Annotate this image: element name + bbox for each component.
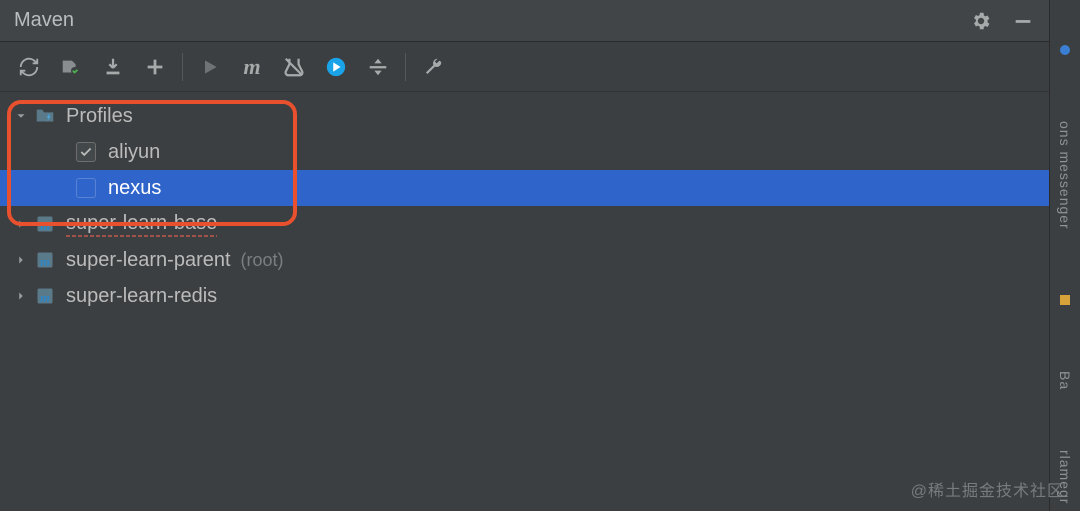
module-super-learn-redis[interactable]: m super-learn-redis [0,278,1049,314]
profile-nexus[interactable]: nexus [0,170,1049,206]
chevron-right-icon[interactable] [10,285,32,307]
node-label: nexus [108,177,161,200]
minimize-icon[interactable] [1011,9,1035,33]
settings-wrench-icon[interactable] [412,46,454,88]
collapse-all-icon[interactable] [357,46,399,88]
add-icon[interactable] [134,46,176,88]
checkbox-unchecked[interactable] [76,178,96,198]
right-tab-label[interactable]: Ba [1057,371,1073,390]
offline-mode-icon[interactable] [315,46,357,88]
root-tag: (root) [241,250,284,271]
svg-text:m: m [40,291,50,305]
toolbar-separator [405,53,406,81]
run-icon[interactable] [189,46,231,88]
folder-icon [34,105,56,127]
chevron-right-icon[interactable] [10,249,32,271]
title-label: Maven [14,9,74,32]
toggle-skip-tests-icon[interactable] [273,46,315,88]
right-tab-indicator[interactable] [1059,40,1071,61]
node-label: aliyun [108,141,160,164]
watermark: @稀土掘金技术社区 [911,477,1064,501]
maven-module-icon: m [34,285,56,307]
chevron-right-icon[interactable] [10,213,32,235]
project-tree: Profiles aliyun nexus m super-learn-base… [0,92,1049,511]
profile-aliyun[interactable]: aliyun [0,134,1049,170]
toolbar-separator [182,53,183,81]
maven-tool-window: Maven m Profiles aliyun [0,0,1050,511]
profiles-node[interactable]: Profiles [0,98,1049,134]
reimport-icon[interactable] [8,46,50,88]
right-tab-strip: ons messenger Ba rlamegr [1050,0,1080,511]
maven-goal-icon[interactable]: m [231,46,273,88]
right-tab-label[interactable]: ons messenger [1057,121,1073,230]
maven-module-icon: m [34,213,56,235]
chevron-down-icon[interactable] [10,105,32,127]
node-label: super-learn-base [66,212,217,237]
right-tab-indicator[interactable] [1059,290,1071,311]
toolbar: m [0,42,1049,92]
maven-module-icon: m [34,249,56,271]
module-super-learn-base[interactable]: m super-learn-base [0,206,1049,242]
titlebar: Maven [0,0,1049,42]
node-label: super-learn-redis [66,285,217,308]
download-icon[interactable] [92,46,134,88]
node-label: super-learn-parent [66,249,231,272]
svg-text:m: m [40,255,50,269]
svg-text:m: m [40,219,50,233]
checkbox-checked[interactable] [76,142,96,162]
node-label: Profiles [66,105,133,128]
generate-sources-icon[interactable] [50,46,92,88]
module-super-learn-parent[interactable]: m super-learn-parent (root) [0,242,1049,278]
gear-icon[interactable] [969,9,993,33]
